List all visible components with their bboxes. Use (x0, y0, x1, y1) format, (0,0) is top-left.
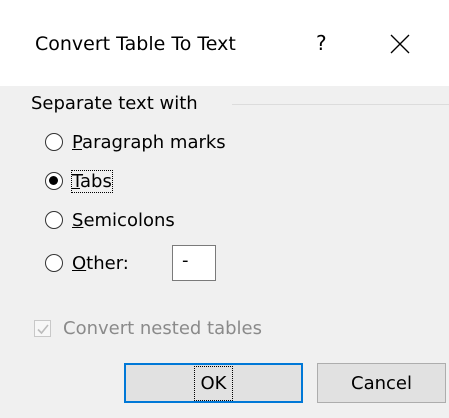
radio-other[interactable]: Other: (45, 248, 129, 278)
radio-label-paragraph-marks: Paragraph marks (72, 131, 226, 153)
radio-label-semicolons: Semicolons (72, 209, 175, 231)
radio-paragraph-marks[interactable]: Paragraph marks (45, 127, 226, 157)
radio-label-other: Other: (72, 252, 129, 274)
ok-button[interactable]: OK (124, 363, 303, 403)
cancel-button-label: Cancel (351, 372, 412, 394)
close-icon (390, 34, 410, 54)
radio-tabs[interactable]: Tabs (45, 166, 113, 196)
group-divider (232, 104, 449, 105)
ok-button-label: OK (193, 365, 234, 401)
convert-nested-tables-checkbox (34, 319, 51, 337)
checkmark-icon (37, 323, 49, 334)
radio-semicolons[interactable]: Semicolons (45, 205, 175, 235)
radio-label-tabs: Tabs (71, 169, 113, 193)
close-button[interactable] (380, 24, 420, 64)
radio-button-selected[interactable] (45, 172, 63, 190)
radio-button[interactable] (45, 254, 63, 272)
other-separator-input[interactable]: - (172, 245, 216, 281)
radio-button[interactable] (45, 133, 63, 151)
title-bar: Convert Table To Text ? (0, 0, 449, 86)
radio-button[interactable] (45, 211, 63, 229)
help-button[interactable]: ? (316, 31, 327, 55)
dialog-title: Convert Table To Text (35, 33, 236, 55)
convert-nested-tables-label: Convert nested tables (63, 317, 263, 339)
convert-nested-tables-checkbox-row: Convert nested tables (34, 315, 262, 341)
separate-group-label: Separate text with (31, 93, 198, 114)
cancel-button[interactable]: Cancel (317, 363, 446, 403)
